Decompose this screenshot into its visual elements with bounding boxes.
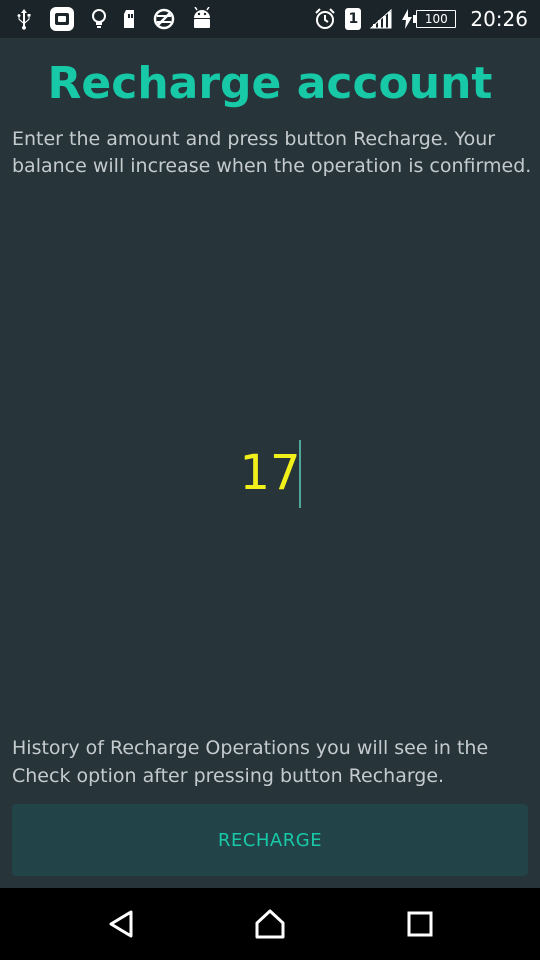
system-indicators: 1 100 20:26	[313, 6, 528, 32]
charging-icon	[401, 9, 413, 29]
signal-icon	[369, 8, 393, 30]
history-note: History of Recharge Operations you will …	[12, 737, 489, 787]
back-button[interactable]	[101, 906, 141, 942]
battery-level: 100	[413, 10, 457, 28]
home-button[interactable]	[250, 906, 290, 942]
page-title: Recharge account	[47, 58, 493, 109]
status-bar: 1 100 20:26	[0, 0, 540, 38]
amount-input[interactable]	[210, 445, 330, 501]
notification-icons	[14, 6, 213, 32]
text-cursor	[299, 440, 301, 508]
sim-icon: 1	[345, 8, 362, 30]
sd-card-icon	[123, 8, 137, 30]
no-network-icon	[152, 7, 176, 31]
android-icon	[191, 7, 213, 31]
instructions-text: Enter the amount and press button Rechar…	[12, 128, 532, 177]
home-icon	[254, 909, 286, 939]
battery-indicator: 100	[401, 9, 457, 29]
app-badge-icon	[49, 6, 75, 32]
lightbulb-icon	[90, 7, 108, 31]
clock: 20:26	[470, 7, 528, 31]
navigation-bar	[0, 888, 540, 960]
recharge-screen: Recharge account Enter the amount and pr…	[0, 38, 540, 888]
recents-icon	[407, 911, 433, 937]
alarm-icon	[313, 7, 337, 31]
usb-icon	[14, 8, 34, 30]
recents-button[interactable]	[400, 906, 440, 942]
amount-field-container	[0, 436, 540, 510]
back-icon	[107, 909, 135, 939]
recharge-button[interactable]: RECHARGE	[12, 804, 528, 876]
